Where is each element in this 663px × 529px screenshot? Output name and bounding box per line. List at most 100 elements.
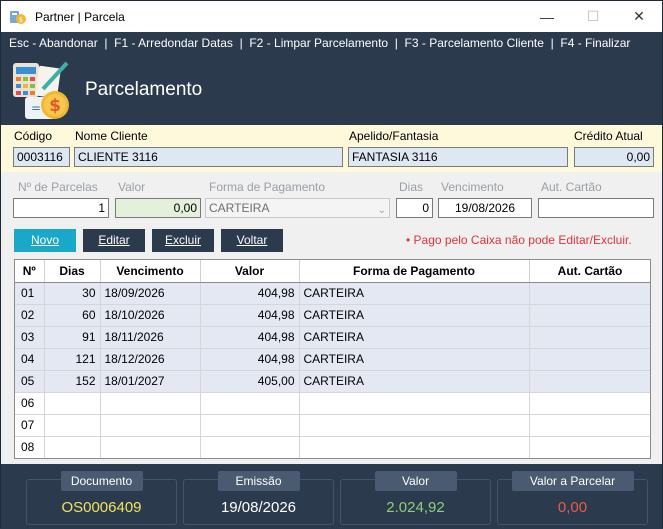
col-header-vencimento[interactable]: Vencimento [100, 260, 201, 283]
cell-vencimento: 18/11/2026 [100, 326, 201, 349]
cell-vencimento [100, 392, 201, 415]
cell-num: 05 [15, 370, 45, 393]
summary-footer: Documento OS0006409 Emissão 19/08/2026 V… [1, 464, 662, 529]
codigo-field[interactable]: 0003116 [13, 147, 70, 167]
cell-valor: 404,98 [200, 326, 300, 349]
cell-vencimento [100, 414, 201, 437]
documento-box: Documento OS0006409 [26, 471, 177, 525]
apelido-label: Apelido/Fantasia [349, 129, 439, 143]
page-header: = $ Parcelamento [1, 54, 662, 125]
dias-label: Dias [399, 180, 424, 194]
table-row[interactable]: 07 [15, 414, 650, 437]
voltar-button[interactable]: Voltar [221, 229, 283, 252]
cell-dias: 30 [44, 282, 101, 305]
table-row[interactable]: 02 60 18/10/2026 404,98 CARTEIRA [15, 304, 650, 327]
client-panel: Código 0003116 Nome Cliente CLIENTE 3116… [1, 125, 662, 172]
chevron-down-icon: ⌄ [377, 205, 386, 216]
codigo-label: Código [14, 129, 53, 143]
editar-button[interactable]: Editar [83, 229, 145, 252]
cell-valor: 404,98 [200, 304, 300, 327]
cell-num: 03 [15, 326, 45, 349]
cell-forma-pagamento: CARTEIRA [299, 304, 530, 327]
col-header-valor[interactable]: Valor [200, 260, 300, 283]
emissao-box: Emissão 19/08/2026 [183, 471, 334, 525]
close-icon: ✕ [633, 8, 645, 24]
valor-a-parcelar-label: Valor a Parcelar [511, 471, 634, 491]
excluir-button[interactable]: Excluir [152, 229, 214, 252]
parcelas-label: Nº de Parcelas [18, 180, 98, 194]
minimize-button[interactable]: — [524, 1, 570, 32]
maximize-icon: ☐ [586, 8, 600, 24]
grid-header-row: Nº Dias Vencimento Valor Forma de Pagame… [15, 260, 650, 283]
credito-atual-field[interactable]: 0,00 [574, 147, 654, 167]
valor-a-parcelar-value: 0,00 [557, 499, 588, 516]
cell-dias: 91 [44, 326, 101, 349]
novo-label: Novo [30, 233, 59, 247]
maximize-button[interactable]: ☐ [570, 1, 616, 32]
cell-aut-cartao [529, 414, 650, 437]
cell-forma-pagamento [299, 414, 530, 437]
col-header-num[interactable]: Nº [15, 260, 45, 283]
cell-dias [44, 392, 101, 415]
cell-valor: 404,98 [200, 348, 300, 371]
cell-valor: 405,00 [200, 370, 300, 393]
cell-vencimento: 18/12/2026 [100, 348, 201, 371]
table-row[interactable]: 04 121 18/12/2026 404,98 CARTEIRA [15, 348, 650, 371]
forma-pagamento-value: CARTEIRA [209, 201, 270, 215]
cell-aut-cartao [529, 436, 650, 458]
col-header-dias[interactable]: Dias [44, 260, 101, 283]
svg-text:=: = [31, 101, 41, 115]
cell-forma-pagamento: CARTEIRA [299, 348, 530, 371]
emissao-label: Emissão [217, 471, 300, 491]
cell-vencimento: 18/09/2026 [100, 282, 201, 305]
cell-aut-cartao [529, 282, 650, 305]
cell-vencimento [100, 436, 201, 458]
vencimento-input[interactable]: 19/08/2026 [438, 198, 532, 218]
calculator-money-icon: = $ [11, 59, 75, 121]
cell-num: 01 [15, 282, 45, 305]
documento-label: Documento [60, 471, 143, 491]
page-title: Parcelamento [85, 79, 203, 100]
cell-num: 04 [15, 348, 45, 371]
cell-dias: 152 [44, 370, 101, 393]
aut-cartao-input[interactable] [538, 198, 654, 218]
cell-dias: 121 [44, 348, 101, 371]
cell-num: 06 [15, 392, 45, 415]
table-row[interactable]: 06 [15, 392, 650, 415]
col-header-forma-pagamento[interactable]: Forma de Pagamento [299, 260, 530, 283]
emissao-value: 19/08/2026 [220, 499, 297, 516]
table-row[interactable]: 01 30 18/09/2026 404,98 CARTEIRA [15, 282, 650, 305]
forma-pagamento-select[interactable]: CARTEIRA ⌄ [205, 198, 390, 218]
cell-forma-pagamento: CARTEIRA [299, 370, 530, 393]
cell-dias: 60 [44, 304, 101, 327]
cell-forma-pagamento: CARTEIRA [299, 326, 530, 349]
aut-cartao-label: Aut. Cartão [541, 180, 602, 194]
credito-atual-label: Crédito Atual [574, 129, 643, 143]
close-button[interactable]: ✕ [616, 1, 662, 32]
app-icon: $ [9, 9, 27, 25]
parcela-window: $ Partner | Parcela — ☐ ✕ Esc - Abandona… [0, 0, 663, 529]
col-header-aut-cartao[interactable]: Aut. Cartão [529, 260, 650, 283]
novo-button[interactable]: Novo [14, 229, 76, 252]
parcelas-grid[interactable]: Nº Dias Vencimento Valor Forma de Pagame… [14, 259, 651, 459]
valor-label: Valor [118, 180, 146, 194]
nome-cliente-field[interactable]: CLIENTE 3116 [74, 147, 343, 167]
cell-vencimento: 18/01/2027 [100, 370, 201, 393]
cell-aut-cartao [529, 304, 650, 327]
cell-valor [200, 414, 300, 437]
warning-message: • Pago pelo Caixa não pode Editar/Exclui… [406, 233, 632, 247]
cell-valor [200, 436, 300, 458]
coin-symbol: $ [49, 96, 61, 116]
cell-num: 08 [15, 436, 45, 458]
table-row[interactable]: 03 91 18/11/2026 404,98 CARTEIRA [15, 326, 650, 349]
apelido-field[interactable]: FANTASIA 3116 [348, 147, 568, 167]
cell-forma-pagamento [299, 392, 530, 415]
valor-total-label: Valor [374, 471, 457, 491]
valor-input[interactable]: 0,00 [115, 198, 201, 218]
parcelas-input[interactable]: 1 [13, 198, 109, 218]
table-row[interactable]: 08 [15, 436, 650, 458]
table-row[interactable]: 05 152 18/01/2027 405,00 CARTEIRA [15, 370, 650, 393]
shortcut-bar: Esc - Abandonar | F1 - Arredondar Datas … [1, 32, 662, 54]
nome-cliente-label: Nome Cliente [75, 129, 148, 143]
dias-input[interactable]: 0 [396, 198, 433, 218]
